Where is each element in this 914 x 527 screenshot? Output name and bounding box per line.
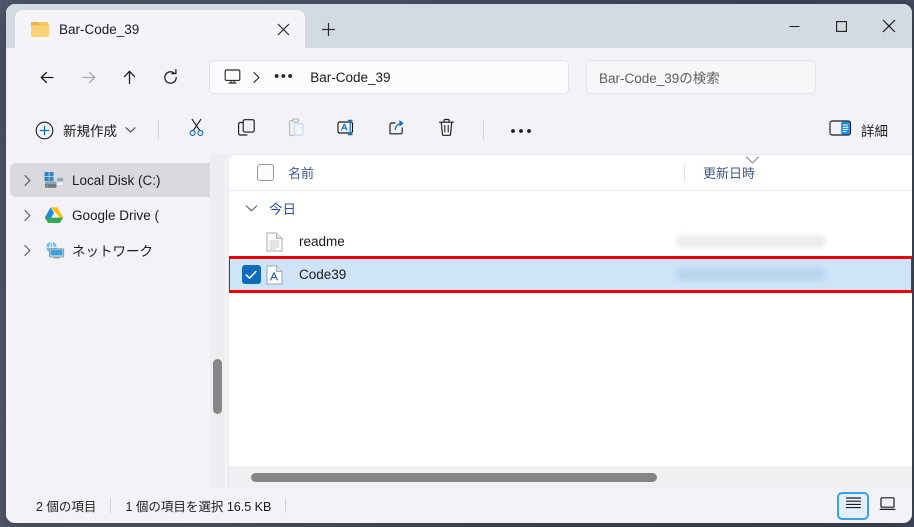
rename-button[interactable] — [326, 114, 366, 146]
share-button[interactable] — [376, 114, 416, 146]
breadcrumb-current[interactable]: Bar-Code_39 — [304, 70, 390, 85]
minimize-icon[interactable] — [771, 4, 818, 48]
window-controls — [771, 4, 912, 48]
redacted-date-value — [676, 235, 826, 248]
google-drive-icon — [42, 205, 66, 225]
select-all-checkbox[interactable] — [257, 164, 274, 181]
sidebar-scrollbar-thumb[interactable] — [213, 359, 222, 414]
large-icons-view-icon — [879, 496, 896, 516]
share-icon — [386, 117, 407, 143]
back-button[interactable] — [28, 60, 66, 94]
column-header-row: 名前 更新日時 — [229, 155, 912, 191]
chevron-down-icon[interactable] — [241, 204, 261, 213]
sidebar-item-label: Local Disk (C:) — [72, 172, 161, 188]
details-pane-icon — [829, 119, 852, 142]
trash-icon — [436, 117, 457, 143]
work-area: Local Disk (C:) Google Drive (ネットワーク 名前… — [6, 154, 912, 488]
image-file-icon — [261, 265, 287, 285]
checkbox-checked-icon[interactable] — [241, 265, 261, 284]
redacted-date-value — [676, 268, 826, 281]
toolbar-divider — [483, 120, 484, 140]
details-pane-button[interactable]: 詳細 — [819, 114, 898, 146]
search-placeholder: Bar-Code_39の検索 — [599, 71, 720, 86]
file-name: readme — [299, 234, 345, 249]
table-row[interactable]: Code39 — [229, 256, 912, 293]
up-button[interactable] — [110, 60, 148, 94]
address-bar[interactable]: ••• Bar-Code_39 — [209, 60, 569, 94]
paste-button[interactable] — [276, 114, 316, 146]
this-pc-monitor-icon[interactable] — [220, 68, 244, 86]
tab-bar-code-39[interactable]: Bar-Code_39 — [15, 10, 305, 48]
refresh-button[interactable] — [151, 60, 189, 94]
toolbar-divider — [158, 120, 159, 140]
command-bar: 新規作成 詳細 — [6, 106, 912, 154]
new-button[interactable]: 新規作成 — [30, 114, 146, 146]
more-options-button[interactable] — [501, 114, 541, 146]
chevron-right-icon — [248, 71, 264, 84]
file-explorer-window: Bar-Code_39 ••• Bar-Code_39 Bar-Code_39の… — [6, 4, 912, 523]
details-view-icon — [845, 496, 862, 516]
chevron-right-icon[interactable] — [14, 237, 40, 263]
horizontal-scrollbar-track[interactable] — [229, 466, 912, 488]
sidebar-item-network[interactable]: ネットワーク — [10, 233, 220, 267]
tab-strip: Bar-Code_39 — [6, 4, 345, 48]
text-file-icon — [261, 232, 287, 252]
sort-chevron-down-icon — [745, 155, 760, 170]
sidebar-item-label: Google Drive ( — [72, 207, 160, 223]
local-disk-icon — [42, 170, 66, 190]
sidebar-scrollbar-track[interactable] — [210, 154, 225, 488]
file-date-modified — [672, 235, 912, 248]
new-button-label: 新規作成 — [63, 124, 117, 139]
chevron-right-icon[interactable] — [14, 167, 40, 193]
title-bar: Bar-Code_39 — [6, 4, 912, 48]
table-row[interactable]: readme — [229, 225, 912, 258]
folder-icon — [31, 21, 49, 37]
column-header-date-modified[interactable]: 更新日時 — [685, 155, 912, 183]
chevron-down-icon — [125, 126, 136, 134]
details-pane-label: 詳細 — [861, 124, 888, 139]
group-header-label: 今日 — [269, 202, 296, 217]
close-icon[interactable] — [269, 16, 297, 42]
search-input[interactable]: Bar-Code_39の検索 — [586, 60, 816, 94]
delete-button[interactable] — [426, 114, 466, 146]
navigation-sidebar[interactable]: Local Disk (C:) Google Drive (ネットワーク — [6, 154, 228, 488]
status-bar: 2 個の項目 1 個の項目を選択 16.5 KB — [6, 488, 912, 523]
status-divider — [285, 498, 287, 513]
row-checkbox[interactable] — [229, 265, 261, 284]
status-item-count: 2 個の項目 — [36, 500, 97, 514]
sidebar-item-google-drive[interactable]: Google Drive ( — [10, 198, 220, 232]
horizontal-scrollbar-thumb[interactable] — [251, 472, 657, 482]
sidebar-item-local-disk[interactable]: Local Disk (C:) — [10, 163, 220, 197]
file-list-pane: 名前 更新日時 今日 readme Code39 — [228, 154, 912, 488]
new-tab-button[interactable] — [311, 12, 345, 46]
column-header-name-label: 名前 — [288, 166, 315, 181]
copy-button[interactable] — [226, 114, 266, 146]
copy-icon — [236, 117, 257, 143]
cut-button[interactable] — [176, 114, 216, 146]
navigation-bar: ••• Bar-Code_39 Bar-Code_39の検索 — [6, 48, 912, 106]
plus-circle-icon — [34, 120, 55, 141]
file-name: Code39 — [299, 267, 347, 282]
file-date-modified — [672, 268, 912, 281]
ellipsis-icon — [510, 121, 532, 139]
group-header-today[interactable]: 今日 — [229, 191, 912, 225]
scissors-icon — [186, 117, 207, 143]
chevron-right-icon[interactable] — [14, 202, 40, 228]
status-selection-info: 1 個の項目を選択 16.5 KB — [125, 500, 272, 514]
details-view-button[interactable] — [837, 491, 869, 520]
forward-button[interactable] — [69, 60, 107, 94]
rename-icon — [335, 117, 358, 143]
large-icons-view-button[interactable] — [872, 493, 902, 519]
sidebar-item-label: ネットワーク — [72, 244, 153, 259]
close-icon[interactable] — [865, 4, 912, 48]
column-header-name[interactable]: 名前 — [229, 163, 684, 182]
maximize-icon[interactable] — [818, 4, 865, 48]
paste-icon — [286, 117, 307, 143]
tab-label: Bar-Code_39 — [59, 21, 140, 37]
network-icon — [42, 240, 66, 260]
breadcrumb-overflow-button[interactable]: ••• — [268, 69, 300, 84]
